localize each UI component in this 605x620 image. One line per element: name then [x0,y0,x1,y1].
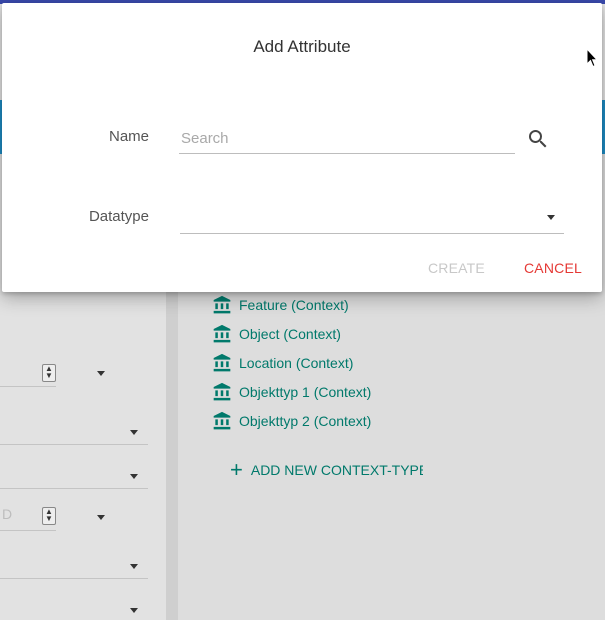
name-label: Name [108,128,149,145]
chevron-down-icon [130,608,138,613]
left-select[interactable] [0,464,148,489]
search-icon[interactable] [526,127,550,151]
left-select[interactable] [0,420,148,445]
add-context-type-label: ADD NEW CONTEXT-TYPE [250,462,423,478]
datatype-select[interactable] [180,201,564,234]
add-attribute-dialog: Add Attribute Name Datatype CREATE CANCE… [2,3,602,292]
context-type-item[interactable]: Feature (Context) [212,293,349,317]
bank-icon [213,353,231,372]
create-button[interactable]: CREATE [428,257,485,279]
cancel-button[interactable]: CANCEL [524,257,582,279]
datatype-label: Datatype [88,208,149,225]
left-field-row [0,362,56,387]
chevron-down-icon [130,564,138,569]
mouse-pointer-icon [586,48,598,68]
chevron-down-icon[interactable] [97,515,105,520]
context-type-item[interactable]: Location (Context) [212,351,353,375]
chevron-down-icon[interactable] [97,371,105,376]
chevron-down-icon [547,215,555,220]
dialog-title: Add Attribute [253,37,351,56]
add-context-type-button[interactable]: + ADD NEW CONTEXT-TYPE [230,459,423,481]
context-type-item[interactable]: Object (Context) [212,322,341,346]
chevron-down-icon [130,430,138,435]
context-type-item[interactable]: Objekttyp 2 (Context) [212,409,371,433]
left-select[interactable] [0,598,148,620]
bank-icon [213,411,231,430]
context-type-item[interactable]: Objekttyp 1 (Context) [212,380,371,404]
plus-icon: + [230,459,243,481]
bank-icon [213,295,231,314]
left-select[interactable] [0,554,148,579]
chevron-down-icon [130,474,138,479]
name-search-input[interactable] [179,123,515,154]
bank-icon [213,324,231,343]
bank-icon [213,382,231,401]
left-field-row [0,506,56,531]
